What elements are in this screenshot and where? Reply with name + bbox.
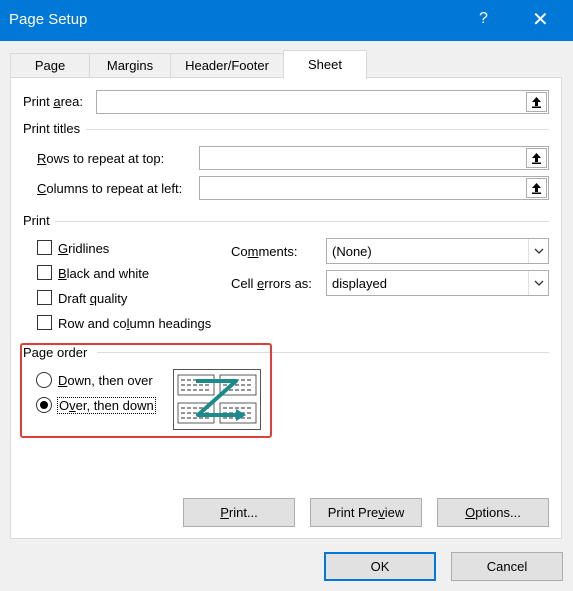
title-bar: Page Setup ? ✕ xyxy=(0,0,573,41)
question-mark-icon[interactable]: ? xyxy=(479,10,488,28)
black-and-white-checkbox[interactable] xyxy=(37,265,52,280)
print-titles-heading: Print titles xyxy=(23,121,81,136)
window-title: Page Setup xyxy=(9,11,88,28)
comments-select[interactable]: (None) xyxy=(326,238,549,264)
divider xyxy=(86,129,549,130)
close-icon[interactable]: ✕ xyxy=(532,7,549,32)
row-column-headings-checkbox[interactable] xyxy=(37,315,52,330)
chevron-down-icon[interactable] xyxy=(528,271,548,295)
draft-quality-checkbox[interactable] xyxy=(37,290,52,305)
cancel-button[interactable]: Cancel xyxy=(451,552,563,581)
collapse-dialog-icon[interactable] xyxy=(526,178,547,198)
print-area-label: Print area: xyxy=(23,94,83,109)
page-order-highlight xyxy=(20,343,272,438)
tab-page[interactable]: Page xyxy=(10,53,90,78)
cell-errors-select[interactable]: displayed xyxy=(326,270,549,296)
gridlines-label[interactable]: Gridlines xyxy=(58,241,109,256)
print-area-input[interactable] xyxy=(96,90,549,114)
ok-button[interactable]: OK xyxy=(324,552,436,581)
tab-header-footer[interactable]: Header/Footer xyxy=(170,53,284,78)
comments-value: (None) xyxy=(332,244,372,259)
columns-to-repeat-input[interactable] xyxy=(199,176,549,200)
gridlines-checkbox[interactable] xyxy=(37,240,52,255)
rows-to-repeat-input[interactable] xyxy=(199,146,549,170)
draft-quality-label[interactable]: Draft quality xyxy=(58,291,127,306)
columns-to-repeat-label: Columns to repeat at left: xyxy=(37,181,183,196)
rows-to-repeat-label: Rows to repeat at top: xyxy=(37,151,165,166)
print-heading: Print xyxy=(23,213,50,228)
row-column-headings-label[interactable]: Row and column headings xyxy=(58,316,211,331)
print-button[interactable]: Print... xyxy=(183,498,295,527)
divider xyxy=(55,221,549,222)
chevron-down-icon[interactable] xyxy=(528,239,548,263)
options-button[interactable]: Options... xyxy=(437,498,549,527)
comments-label: Comments: xyxy=(231,244,298,259)
black-and-white-label[interactable]: Black and white xyxy=(58,266,149,281)
print-preview-button[interactable]: Print Preview xyxy=(310,498,422,527)
collapse-dialog-icon[interactable] xyxy=(526,92,547,112)
cell-errors-value: displayed xyxy=(332,276,387,291)
tab-margins[interactable]: Margins xyxy=(89,53,171,78)
tab-sheet[interactable]: Sheet xyxy=(283,50,367,79)
cell-errors-label: Cell errors as: xyxy=(231,276,312,291)
collapse-dialog-icon[interactable] xyxy=(526,148,547,168)
